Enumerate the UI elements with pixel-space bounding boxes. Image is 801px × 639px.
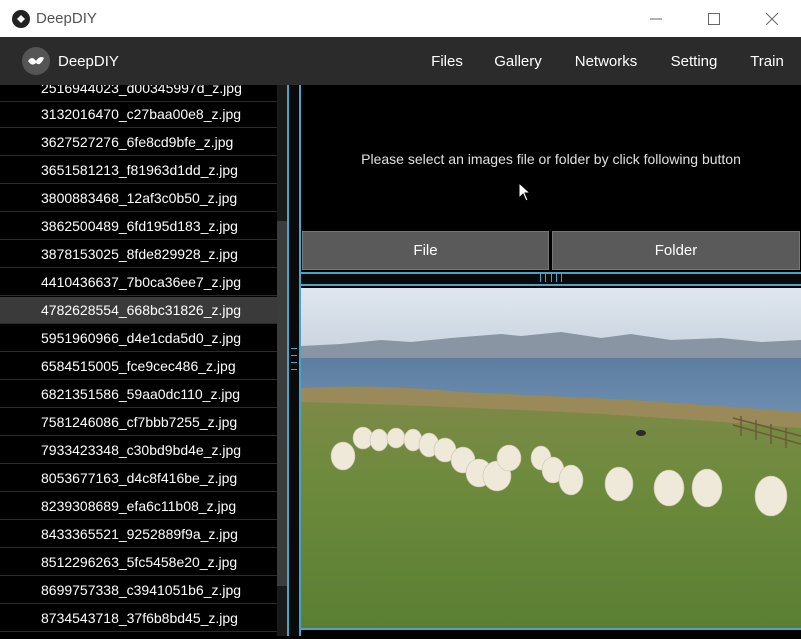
list-item[interactable]: 6821351586_59aa0dc110_z.jpg (0, 381, 287, 408)
app-logo-icon[interactable] (22, 47, 50, 75)
prompt-panel: Please select an images file or folder b… (301, 85, 801, 231)
close-icon (766, 12, 778, 25)
list-item[interactable]: 8053677163_d4c8f416be_z.jpg (0, 465, 287, 492)
list-item[interactable]: 7933423348_c30bd9bd4e_z.jpg (0, 437, 287, 464)
list-item[interactable]: 8512296263_5fc5458e20_z.jpg (0, 549, 287, 576)
menu-item-train[interactable]: Train (733, 37, 801, 85)
app-title: DeepDIY (58, 52, 119, 70)
file-button[interactable]: File (302, 231, 549, 270)
menu-item-gallery[interactable]: Gallery (479, 37, 557, 85)
menu-item-networks[interactable]: Networks (557, 37, 655, 85)
list-item[interactable]: 8433365521_9252889f9a_z.jpg (0, 521, 287, 548)
list-item[interactable]: 4410436637_7b0ca36ee7_z.jpg (0, 269, 287, 296)
list-item[interactable]: 3862500489_6fd195d183_z.jpg (0, 213, 287, 240)
window-controls (627, 0, 801, 37)
list-item[interactable]: 8239308689_efa6c11b08_z.jpg (0, 493, 287, 520)
list-item-selected[interactable]: 4782628554_668bc31826_z.jpg (0, 297, 287, 324)
list-item[interactable]: 3878153025_8fde829928_z.jpg (0, 241, 287, 268)
list-item[interactable]: 7581246086_cf7bbb7255_z.jpg (0, 409, 287, 436)
app-action-bar: DeepDIY Files Gallery Networks Setting T… (0, 37, 801, 85)
list-item[interactable]: 5951960966_d4e1cda5d0_z.jpg (0, 325, 287, 352)
list-item[interactable]: 3651581213_f81963d1dd_z.jpg (0, 157, 287, 184)
maximize-icon (708, 12, 720, 25)
menu-item-setting[interactable]: Setting (655, 37, 733, 85)
mouse-cursor-icon (518, 182, 532, 202)
list-item[interactable]: 8699757338_c3941051b6_z.jpg (0, 577, 287, 604)
vertical-splitter-grip[interactable] (291, 348, 297, 370)
sheep-photo (301, 288, 801, 628)
list-item[interactable]: 3627527276_6fe8cd9bfe_z.jpg (0, 129, 287, 156)
list-item[interactable]: 6584515005_fce9cec486_z.jpg (0, 353, 287, 380)
minimize-button[interactable] (627, 0, 685, 37)
file-list-scrollbar-thumb[interactable] (277, 221, 287, 586)
close-button[interactable] (743, 0, 801, 37)
minimize-icon (650, 18, 662, 19)
image-bottom-border (301, 628, 801, 630)
maximize-button[interactable] (685, 0, 743, 37)
list-item[interactable]: 8734543718_37f6b8bd45_z.jpg (0, 605, 287, 632)
app-icon (12, 9, 30, 28)
window-title: DeepDIY (36, 10, 97, 27)
list-item[interactable]: 3132016470_c27baa00e8_z.jpg (0, 101, 287, 128)
main-menu: Files Gallery Networks Setting Train (415, 37, 801, 85)
file-list[interactable]: 2516944023_d00345997d_z.jpg 3132016470_c… (0, 85, 287, 636)
prompt-text: Please select an images file or folder b… (361, 151, 741, 167)
window-titlebar: DeepDIY (0, 0, 801, 37)
list-item[interactable]: 2516944023_d00345997d_z.jpg (0, 85, 287, 102)
folder-button[interactable]: Folder (552, 231, 800, 270)
list-item[interactable]: 3800883468_12af3c0b50_z.jpg (0, 185, 287, 212)
image-preview (301, 288, 801, 628)
menu-item-files[interactable]: Files (415, 37, 479, 85)
horizontal-splitter-grip[interactable] (540, 274, 562, 282)
